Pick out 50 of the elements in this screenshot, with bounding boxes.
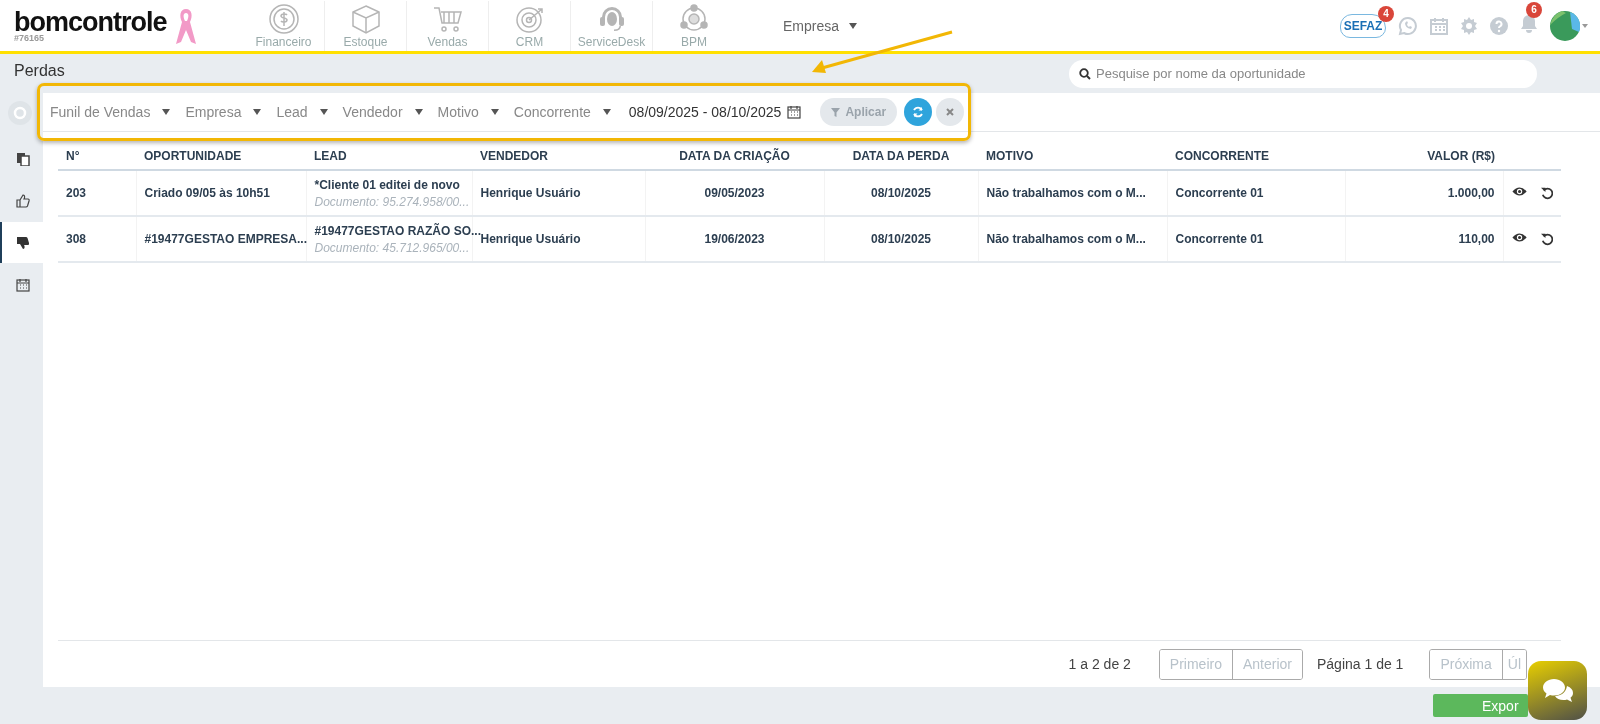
table-cell: #19477GESTAO EMPRESA...: [144, 232, 307, 246]
table-cell: Concorrente 01: [1175, 186, 1264, 200]
filter-dropdown[interactable]: Vendedor: [342, 104, 423, 120]
column-header: DATA DA CRIAÇÃO: [679, 148, 790, 163]
table-cell: Não trabalhamos com o M...: [986, 186, 1146, 200]
filter-dropdown[interactable]: Motivo: [437, 104, 499, 120]
company-dropdown[interactable]: Empresa: [777, 16, 864, 35]
filter-dropdown[interactable]: Funil de Vendas: [50, 104, 171, 120]
column-header: VALOR (R$): [1427, 148, 1495, 163]
nav-item[interactable]: Vendas: [407, 0, 489, 51]
export-button[interactable]: Expor: [1433, 694, 1528, 717]
table-cell: 08/10/2025: [870, 232, 932, 246]
page-title: Perdas: [14, 61, 65, 80]
table-cell: 09/05/2023: [704, 186, 765, 200]
nav-item[interactable]: ServiceDesk: [571, 0, 653, 51]
table-cell: Não trabalhamos com o M...: [986, 232, 1146, 246]
date-range[interactable]: 08/09/2025 - 08/10/2025: [628, 104, 782, 120]
nav-item[interactable]: BPM: [653, 0, 735, 51]
table-cell: Criado 09/05 às 10h51: [144, 186, 270, 200]
results-count: 1 a 2 de 2: [1068, 656, 1131, 672]
logo[interactable]: bomcontrole: [14, 8, 179, 36]
filter-dropdown[interactable]: Empresa: [185, 104, 262, 120]
table-cell: 308: [66, 232, 87, 246]
table-cell: 1.000,00: [1447, 186, 1495, 200]
table-cell: *Cliente 01 editei de novo: [314, 177, 460, 192]
table-cell: Concorrente 01: [1175, 232, 1264, 246]
account-number: #76165: [14, 33, 46, 43]
filter-dropdown[interactable]: Lead: [276, 104, 328, 120]
nav-item[interactable]: Financeiro: [243, 0, 325, 51]
column-header: LEAD: [314, 148, 347, 163]
table-cell: #19477GESTAO RAZÃO SO...: [314, 223, 481, 238]
table-cell: 08/10/2025: [870, 186, 932, 200]
page-indicator: Página 1 de 1: [1317, 656, 1404, 672]
table-cell: Henrique Usuário: [480, 232, 581, 246]
column-header: VENDEDOR: [480, 148, 548, 163]
search-field[interactable]: Pesquise por nome da oportunidade: [1069, 59, 1537, 88]
table-cell: 203: [66, 186, 87, 200]
filter-dropdown[interactable]: Concorrente: [513, 104, 611, 120]
count-badge: 4: [1378, 5, 1394, 22]
column-header: OPORTUNIDADE: [144, 148, 242, 163]
table-cell: Henrique Usuário: [480, 186, 581, 200]
column-header: DATA DA PERDA: [852, 148, 950, 163]
table-cell: 19/06/2023: [704, 232, 765, 246]
nav-item[interactable]: CRM: [489, 0, 571, 51]
column-header: N°: [66, 148, 80, 163]
column-header: CONCORRENTE: [1175, 148, 1269, 163]
table-cell: 110,00: [1458, 232, 1495, 246]
count-badge: 6: [1526, 1, 1542, 18]
column-header: MOTIVO: [986, 148, 1034, 163]
nav-item[interactable]: Estoque: [325, 0, 407, 51]
